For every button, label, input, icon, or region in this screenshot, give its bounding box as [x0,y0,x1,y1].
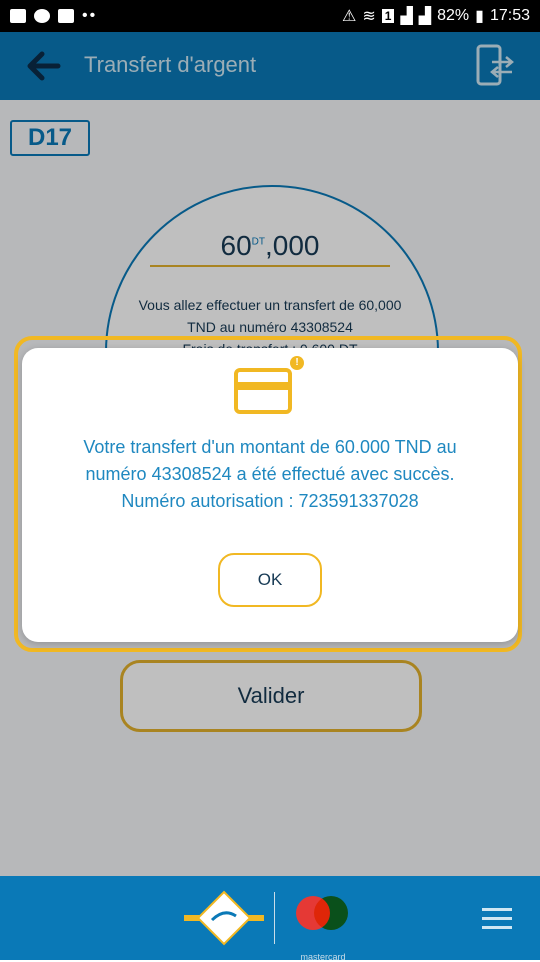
menu-bar [482,908,512,911]
ok-button[interactable]: OK [218,553,322,607]
status-bar-right: ⚠ ≋ 1 ▟ ▟ 82% ▮ 17:53 [342,6,530,26]
mastercard-orange-circle [314,896,348,930]
clock: 17:53 [489,7,530,24]
la-poste-tunisienne-logo-icon [184,890,264,946]
success-dialog: ! Votre transfert d'un montant de 60.000… [22,348,518,642]
gallery-notification-icon [10,9,26,23]
more-notifications-icon: •• [82,7,98,24]
menu-bar [482,926,512,929]
footer-divider [274,892,275,944]
message-line-1: Votre transfert d'un montant de 60.000 T… [83,437,457,457]
battery-icon: ▮ [475,8,484,25]
signal-icon: ▟ [400,8,413,25]
mastercard-logo-icon: mastercard [296,896,350,962]
alert-icon: ⚠ [342,8,357,25]
status-bar: •• ⚠ ≋ 1 ▟ ▟ 82% ▮ 17:53 [0,0,540,32]
notification-badge-icon: ! [290,356,304,370]
authorization-number: Numéro autorisation : 723591337028 [121,491,419,511]
message-line-2: numéro 43308524 a été effectué avec succ… [85,464,455,484]
signal-icon-2: ▟ [418,8,432,25]
wifi-icon: ≋ [362,8,376,25]
status-bar-left: •• [10,7,97,25]
menu-bar [482,917,512,920]
footer: mastercard [0,876,540,962]
battery-percent: 82% [437,7,470,24]
hamburger-menu-icon[interactable] [482,902,512,934]
youtube-notification-icon [58,9,74,23]
mastercard-label: mastercard [300,952,346,962]
messenger-notification-icon [34,9,50,23]
success-message: Votre transfert d'un montant de 60.000 T… [42,434,498,515]
credit-card-icon [234,368,292,414]
dual-sim-indicator: 1 [381,9,395,23]
